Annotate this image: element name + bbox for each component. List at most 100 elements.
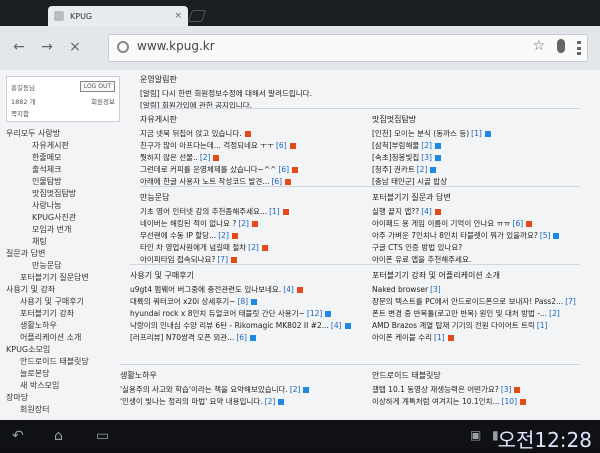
sidebar-item[interactable]: 어플리케이션 소개 [6, 332, 126, 344]
post-item[interactable]: 장문의 텍스트를 PC에서 안드로이드폰으로 보내자! Pass2... [7] [372, 296, 592, 308]
photo-icon [344, 323, 351, 329]
address-bar[interactable]: www.kpug.kr ☆ [108, 34, 588, 62]
recent-apps-icon[interactable]: ▭ [96, 428, 109, 444]
back-arrow-icon[interactable]: ← [8, 36, 30, 58]
post-item[interactable]: AMD Brazos 계열 탑재 기기의 전원 다이어트 트릭 [1] [372, 320, 592, 332]
star-icon[interactable]: ☆ [532, 38, 545, 54]
post-item[interactable]: [러프리뷰] N70쌍격 오픈 외관... [6] [130, 332, 380, 344]
url-text[interactable]: www.kpug.kr [137, 39, 215, 53]
sidebar-item[interactable]: 우리모두 사랑방 [6, 128, 126, 140]
sidebar-item[interactable]: 사용기 및 강좌 [6, 284, 126, 296]
photo-icon [303, 387, 310, 393]
post-title: 친구가 많이 아프다는데... 걱정되네요 ㅜㅜ [140, 141, 274, 150]
photo-icon [484, 131, 491, 137]
photo-icon [434, 143, 441, 149]
sidebar-item[interactable]: 모임과 번개 [6, 224, 126, 236]
section-title: 만능문답 [140, 193, 170, 202]
post-item[interactable]: [인천] 모이는 분식 (동까스 등) [1] [372, 128, 592, 140]
notice-item[interactable]: [알림] 다시 한번 회원정보수정에 대해서 말려드립니다. [140, 88, 380, 100]
post-item[interactable]: u9gt4 펌웨어 버그중에 충전관련도 있나보네요. [4] [130, 284, 380, 296]
sidebar-item[interactable]: 출석체크 [6, 164, 126, 176]
post-item[interactable]: 기초 영어 인터넷 강의 추천좀해주세요... [1] [140, 206, 370, 218]
post-item[interactable]: 갤탭 10.1 동영상 재생능력은 어떤가요? [3] [372, 384, 592, 396]
sidebar-item[interactable]: 생활노하우 [6, 320, 126, 332]
post-item[interactable]: 대륙의 쿼터코어 x20i 상세후기~ [8] [130, 296, 380, 308]
post-item[interactable]: 구글 CTS 인증 방법 있나요? [372, 242, 592, 254]
message-link[interactable]: 쪽지함 [11, 108, 29, 118]
comment-count: [2] [238, 219, 249, 228]
post-item[interactable]: [청주] 권카트 [2] [372, 164, 592, 176]
sidebar-item[interactable]: 사용기 및 구매후기 [6, 296, 126, 308]
logout-button[interactable]: LOG OUT [79, 81, 115, 92]
sidebar-item[interactable]: 새 박스모임 [6, 380, 126, 392]
stop-icon[interactable]: × [64, 36, 86, 58]
globe-icon [117, 41, 129, 53]
post-item[interactable]: 아이폰 케이블 수리 [1] [372, 332, 592, 344]
post-item[interactable]: 아이패드 용 게임 이름이 기억이 안나요 ㅠㅠ [6] [372, 218, 592, 230]
home-icon[interactable]: ⌂ [54, 428, 63, 444]
post-item[interactable]: '실용주의 사고와 학습'이라는 책을 요약해보았습니다. [2] [120, 384, 380, 396]
sidebar-nav: 우리모두 사랑방 자유게시판 한줄메모 출석체크 인물탐방 맛집멋집탐방 사랑나… [6, 128, 126, 416]
divider [130, 264, 580, 265]
sidebar-item[interactable]: 늘로본당 [6, 368, 126, 380]
comment-count: [1] [269, 207, 280, 216]
notice-item[interactable]: [알림] 회원가입에 관한 공지입니다. [140, 100, 380, 112]
sidebar-item[interactable]: 회원장터 [6, 404, 126, 416]
mic-icon[interactable] [557, 39, 565, 53]
sidebar-item[interactable]: 포터블기기 강좌 [6, 308, 126, 320]
post-item[interactable]: [삼척]부림해물 [2] [372, 140, 592, 152]
sidebar-item[interactable]: 포터블기기 질문답변 [6, 272, 126, 284]
sidebar-item[interactable]: 안드로이드 태블릿당 [6, 356, 126, 368]
new-icon [514, 387, 521, 393]
post-item[interactable]: 뭣하지 않은 선물.. [2] [140, 152, 370, 164]
system-navigation-bar: ↶ ⌂ ▭ ▣ ▮ 오전12:28 [0, 420, 600, 452]
sidebar-item[interactable]: 사랑나눔 [6, 200, 126, 212]
post-item[interactable]: 지금 넷북 뒤집어 앉고 있습니다. [140, 128, 370, 140]
post-item[interactable]: 무선랜에 수동 IP 할당... [2] [140, 230, 370, 242]
post-item[interactable]: 그런데로 커피를 운영체제를 샀습니다~^^ [6] [140, 164, 370, 176]
comment-count: [2] [199, 153, 211, 162]
sidebar-item[interactable]: 장마당 [6, 392, 126, 404]
sidebar-item[interactable]: 자유게시판 [6, 140, 126, 152]
post-title: 타인 차 영업사원에게 넘길때 절차 [140, 243, 247, 252]
post-item[interactable]: 이상하게 계특처럼 여겨지는 10.1인치... [10] [372, 396, 592, 408]
post-item[interactable]: 아주 가벼운 7인치나 8인치 타블렛이 뭐가 있을까요? [5] [372, 230, 592, 242]
post-item[interactable]: 낙랑이의 인내심 수양 리뷰 6탄 - Rikomagic MK802 II #… [130, 320, 380, 332]
photo-icon [553, 233, 560, 239]
notification-icon[interactable]: ▣ [470, 428, 481, 442]
sidebar-item[interactable]: 만능문답 [6, 260, 126, 272]
comment-count: [10] [501, 397, 518, 406]
sidebar-item[interactable]: KPUG사진관 [6, 212, 126, 224]
post-title: 아주 가벼운 7인치나 8인치 타블렛이 뭐가 있을까요? [372, 231, 538, 240]
forward-arrow-icon[interactable]: → [36, 36, 58, 58]
sidebar-item[interactable]: 인물탐방 [6, 176, 126, 188]
close-tab-icon[interactable]: × [174, 11, 182, 21]
post-item[interactable]: 실행 끝지 앱?? [4] [372, 206, 592, 218]
photo-icon [249, 335, 256, 341]
review-section: 사용기 및 구매후기 u9gt4 펌웨어 버그중에 충전관련도 있나보네요. [4… [130, 270, 380, 344]
tab-kpug[interactable]: KPUG × [48, 6, 188, 26]
comment-count: [4] [330, 321, 342, 330]
comment-count: [1] [433, 333, 445, 342]
post-item[interactable]: 네이버는 해킹된 적이 없나요 ? [2] [140, 218, 370, 230]
sidebar-item[interactable]: 채팅 [6, 236, 126, 248]
post-item[interactable]: '인생이 빛나는 정리의 마법' 요약 내용입니다. [2] [120, 396, 380, 408]
section-title: 포터블기기 질문과 답변 [372, 193, 451, 202]
member-info-link[interactable]: 회원정보 [91, 96, 115, 106]
post-item[interactable]: hyundai rock x 8인치 듀얼코어 태블릿 간단 사용기~ [12] [130, 308, 380, 320]
post-item[interactable]: [속초]청봉빛집 [3] [372, 152, 592, 164]
sidebar-item[interactable]: 질문과 답변 [6, 248, 126, 260]
post-title: AMD Brazos 계열 탑재 기기의 전원 다이어트 트릭 [372, 321, 535, 330]
sidebar-item[interactable]: KPUG소모임 [6, 344, 126, 356]
post-item[interactable]: Naked browser [3] [372, 284, 592, 296]
back-icon[interactable]: ↶ [12, 428, 24, 444]
sidebar-item[interactable]: 맛집멋집탐방 [6, 188, 126, 200]
post-item[interactable]: 타인 차 영업사원에게 넘길때 절차 [2] [140, 242, 370, 254]
post-item[interactable]: 폰트 변경 중 반복툴(로고만 반복) 원인 및 대처 방법 -... [2] [372, 308, 592, 320]
new-icon [520, 399, 527, 405]
post-item[interactable]: 친구가 많이 아프다는데... 걱정되네요 ㅜㅜ [6] [140, 140, 370, 152]
new-tab-button[interactable] [187, 10, 207, 22]
menu-icon[interactable] [577, 41, 581, 55]
qna-section: 만능문답 기초 영어 인터넷 강의 추천좀해주세요... [1] 네이버는 해킹된… [140, 192, 370, 266]
sidebar-item[interactable]: 한줄메모 [6, 152, 126, 164]
